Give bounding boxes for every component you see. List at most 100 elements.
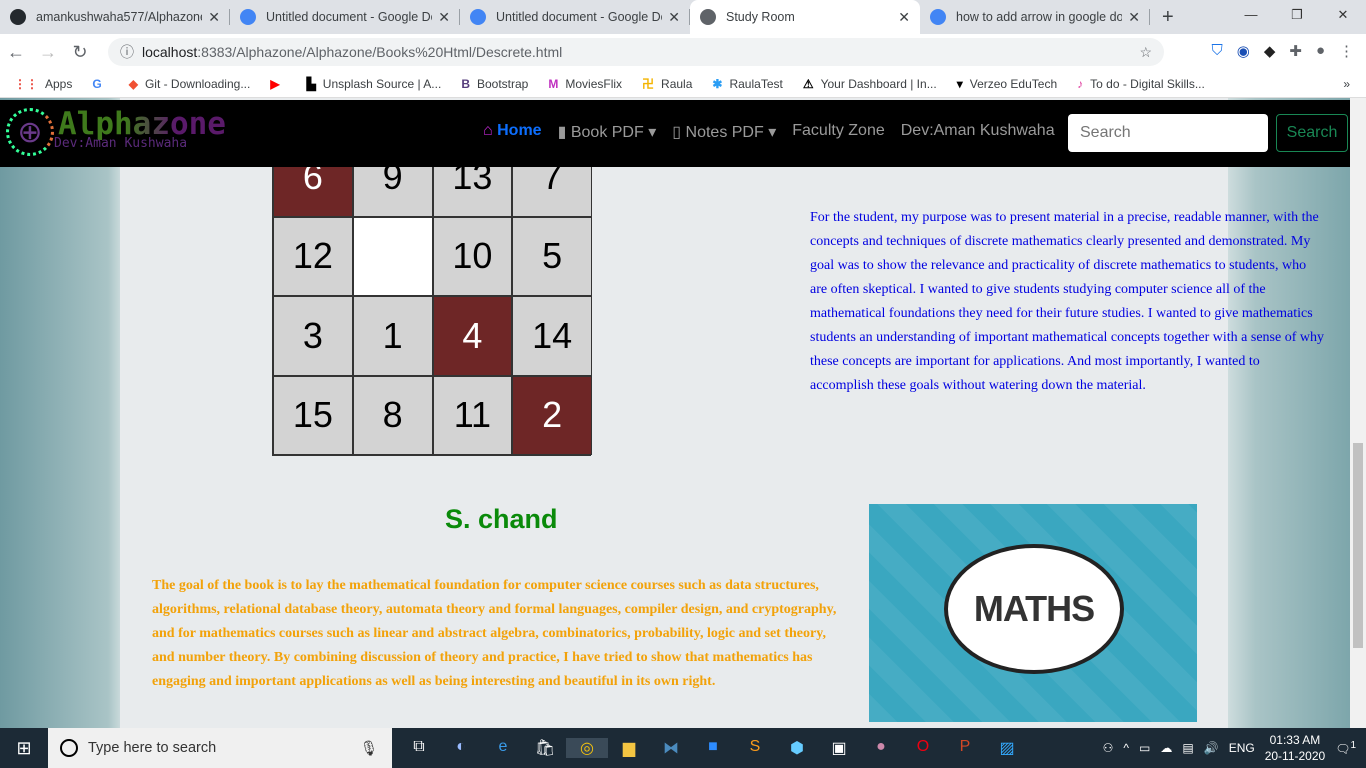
extensions: ⛉ ◉ ◆ ✚ ● ⋮ [1211,42,1354,60]
bookmark-icon: ✱ [712,76,723,91]
puzzle-icon[interactable]: ✚ [1289,42,1302,60]
tab-3[interactable]: Study Room ✕ [690,0,920,34]
puzzle-tile[interactable]: 1 [352,296,433,376]
bookmark-9[interactable]: ⚠ Your Dashboard | In... [803,77,937,91]
puzzle-tile[interactable]: 4 [432,296,513,376]
puzzle-empty-cell[interactable] [352,216,433,296]
shield-extension-icon[interactable]: ⛉ [1211,42,1222,60]
volume-icon[interactable]: 🔊 [1204,741,1219,755]
task-view-icon[interactable]: ⧉ [398,738,440,758]
python-icon[interactable]: ⧓ [650,738,692,758]
edge-icon[interactable]: e [482,738,524,758]
mic-icon[interactable]: 🎙 [360,740,378,757]
maximize-button[interactable]: ❐ [1274,0,1320,30]
search-input[interactable] [1068,114,1268,152]
bookmark-11[interactable]: ♪ To do - Digital Skills... [1077,77,1205,91]
nav-faculty-zone[interactable]: Faculty Zone [792,122,884,142]
bookmark-10[interactable]: ▾ Verzeo EduTech [957,77,1057,91]
bookmark-2[interactable]: ◆ Git - Downloading... [129,77,251,91]
store-icon[interactable]: 🛍 [524,738,566,758]
bookmark-0[interactable]: ⋮⋮ Apps [14,77,72,91]
address-bar: ← → ↻ ⓘ localhost:8383/Alphazone/Alphazo… [0,34,1366,70]
globe-icon [700,9,716,25]
close-tab-icon[interactable]: ✕ [898,9,910,26]
photos-icon[interactable]: ▨ [986,738,1028,758]
puzzle-tile[interactable]: 2 [512,375,592,455]
nav-home[interactable]: ⌂ Home [483,122,542,142]
tab-1[interactable]: Untitled document - Google Docs ✕ [230,0,460,34]
bookmark-8[interactable]: ✱ RaulaTest [712,77,782,91]
globe-icon: ⊕ [6,108,54,156]
logo[interactable]: ⊕ Alphazone Dev:Aman Kushwaha [6,108,226,156]
puzzle-tile[interactable]: 11 [432,375,513,455]
close-tab-icon[interactable]: ✕ [208,9,220,26]
puzzle-tile[interactable]: 5 [512,216,592,296]
search-button[interactable]: Search [1276,114,1348,152]
back-button[interactable]: ← [0,42,32,63]
people-icon[interactable]: ⚇ [1103,741,1114,755]
file-explorer-icon[interactable]: ▆ [608,738,650,758]
chrome-icon[interactable]: ◎ [566,738,608,758]
battery-icon[interactable]: ▭ [1139,741,1150,755]
forward-button[interactable]: → [32,42,64,63]
puzzle-tile[interactable]: 8 [352,375,433,455]
menu-icon[interactable]: ⋮ [1339,42,1354,60]
close-tab-icon[interactable]: ✕ [668,9,680,26]
taskbar-search[interactable]: Type here to search 🎙 [48,728,392,768]
bookmark-1[interactable]: G [92,77,108,91]
tab-title: Untitled document - Google Docs [496,10,663,24]
bookmark-star-icon[interactable]: ☆ [1139,44,1152,61]
tab-4[interactable]: how to add arrow in google docs ✕ [920,0,1150,34]
tray-chevron-icon[interactable]: ^ [1123,741,1129,755]
tab-0[interactable]: amankushwaha577/Alphazone ✕ [0,0,230,34]
minimize-button[interactable]: — [1228,0,1274,30]
clock[interactable]: 01:33 AM 20-11-2020 [1265,732,1326,764]
puzzle-tile[interactable]: 15 [273,375,353,455]
scrollbar[interactable] [1350,98,1366,728]
navbar: ⊕ Alphazone Dev:Aman Kushwaha ⌂ Home ▮ B… [0,100,1350,167]
nav-book-pdf[interactable]: ▮ Book PDF ▾ [558,122,657,142]
bookmark-3[interactable]: ▶ [270,77,286,91]
app-icon[interactable]: ▣ [818,738,860,758]
extension-icon[interactable]: ◉ [1237,42,1250,60]
sublime-icon[interactable]: S [734,738,776,758]
reload-button[interactable]: ↻ [64,42,96,63]
nav-notes-pdf[interactable]: ▯ Notes PDF ▾ [672,122,776,142]
nav-dev[interactable]: Dev:Aman Kushwaha [901,122,1055,142]
more-bookmarks-icon[interactable]: » [1343,77,1350,91]
url-input[interactable]: ⓘ localhost:8383/Alphazone/Alphazone/Boo… [108,38,1164,66]
profile-avatar[interactable]: ● [1316,42,1325,60]
windows-start-icon[interactable]: ⊞ [0,738,48,759]
nav-menu: ⌂ Home ▮ Book PDF ▾ ▯ Notes PDF ▾ Facult… [483,122,1055,142]
notification-icon[interactable]: 🗨1 [1335,740,1356,756]
puzzle-tile[interactable]: 14 [512,296,592,376]
puzzle-tile[interactable]: 12 [273,216,353,296]
taskbar: ⊞ Type here to search 🎙 ⧉ ◐ e 🛍 ◎ ▆ ⧓ ■ S… [0,728,1366,768]
zoom-icon[interactable]: ■ [692,738,734,758]
bookmark-6[interactable]: M MoviesFlix [548,77,622,91]
puzzle-tile[interactable]: 3 [273,296,353,376]
close-tab-icon[interactable]: ✕ [1128,9,1140,26]
close-window-button[interactable]: ✕ [1320,0,1366,30]
bookmark-label: Apps [45,76,73,91]
scrollbar-thumb[interactable] [1353,443,1363,648]
eclipse-icon[interactable]: ◐ [440,738,482,758]
bookmark-5[interactable]: B Bootstrap [461,77,528,91]
puzzle-tile[interactable]: 10 [432,216,513,296]
bookmark-4[interactable]: ▙ Unsplash Source | A... [307,77,442,91]
new-tab-button[interactable]: + [1150,0,1186,34]
search-circle-icon [60,739,78,757]
cat-app-icon[interactable]: ● [860,738,902,758]
cube-extension-icon[interactable]: ◆ [1264,42,1276,60]
tab-2[interactable]: Untitled document - Google Docs ✕ [460,0,690,34]
bookmark-7[interactable]: 卍 Raula [642,75,692,92]
network-icon[interactable]: ▤ [1182,741,1193,755]
powerpoint-icon[interactable]: P [944,738,986,758]
virtualbox-icon[interactable]: ⬢ [776,738,818,758]
onedrive-icon[interactable]: ☁ [1160,741,1172,755]
language-indicator[interactable]: ENG [1229,741,1255,755]
opera-icon[interactable]: O [902,738,944,758]
close-tab-icon[interactable]: ✕ [438,9,450,26]
intro-text: For the student, my purpose was to prese… [810,210,1324,393]
book-title: S. chand [445,504,558,534]
